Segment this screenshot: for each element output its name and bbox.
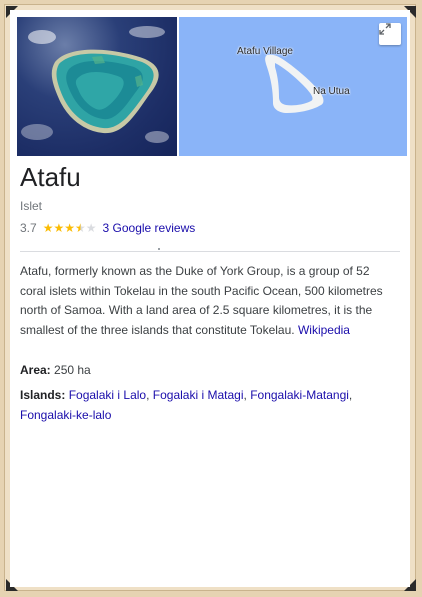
island-link-fongalaki-ke-lalo[interactable]: Fongalaki-ke-lalo — [20, 408, 111, 422]
atoll-map-graphic — [265, 54, 324, 113]
list-separator: , — [348, 388, 353, 402]
fact-islands-label: Islands: — [20, 388, 66, 402]
fact-area: Area: 250 ha — [20, 361, 395, 381]
wikipedia-link[interactable]: Wikipedia — [298, 323, 350, 337]
island-link-fogalaki-i-lalo[interactable]: Fogalaki i Lalo — [69, 388, 146, 402]
expand-map-button[interactable] — [379, 23, 401, 45]
section-divider — [20, 248, 400, 252]
map-label-atafu-village[interactable]: Atafu Village — [237, 46, 293, 57]
atoll-map[interactable]: Atafu Village Na Utua — [179, 17, 407, 156]
place-title: Atafu — [20, 162, 81, 192]
star-icon: ★ — [42, 221, 54, 235]
fact-area-value: 250 ha — [54, 363, 91, 377]
map-label-na-utua[interactable]: Na Utua — [313, 86, 350, 97]
google-reviews-link[interactable]: 3 Google reviews — [103, 221, 196, 235]
rating-row: 3.7 ★ ★ ★ ★ ★ 3 Google reviews — [20, 221, 195, 235]
atoll-photo-graphic — [21, 26, 169, 143]
star-icon: ★ — [64, 221, 75, 235]
rating-value: 3.7 — [20, 221, 37, 235]
empty-star-icon: ★ — [85, 221, 97, 235]
description: Atafu, formerly known as the Duke of Yor… — [20, 262, 395, 340]
atoll-satellite-photo[interactable] — [17, 17, 177, 156]
divider-dot — [158, 248, 160, 250]
place-type: Islet — [20, 199, 43, 213]
fact-islands: Islands: Fogalaki i Lalo, Fogalaki i Mat… — [20, 386, 395, 425]
expand-diagonal-icon — [379, 23, 391, 35]
knowledge-panel: Atafu Village Na Utua Atafu Islet 3.7 ★ … — [10, 10, 410, 587]
island-link-fongalaki-matangi[interactable]: Fongalaki-Matangi — [250, 388, 349, 402]
island-link-fogalaki-i-matagi[interactable]: Fogalaki i Matagi — [153, 388, 244, 402]
list-separator: , — [146, 388, 150, 402]
fact-area-label: Area: — [20, 363, 51, 377]
star-icon: ★ — [53, 221, 65, 235]
half-star-icon: ★ — [74, 221, 86, 235]
media-strip: Atafu Village Na Utua — [17, 17, 407, 156]
list-separator: , — [243, 388, 247, 402]
star-rating: ★ ★ ★ ★ ★ — [43, 222, 97, 234]
